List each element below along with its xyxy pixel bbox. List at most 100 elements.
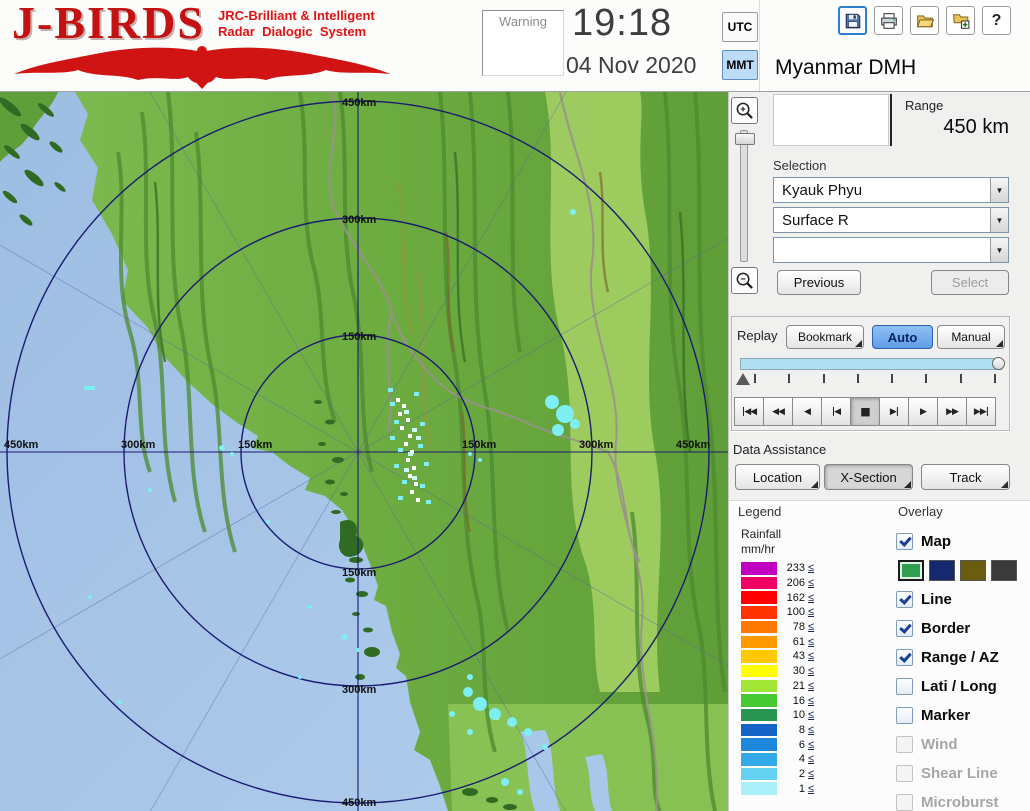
playback-skip-end-button[interactable]: ▶▶| <box>966 397 996 426</box>
zoom-in-button[interactable]: + <box>731 97 758 124</box>
timeline-tick <box>754 374 756 383</box>
overlay-item-range-az[interactable]: Range / AZ <box>896 643 1030 672</box>
legend-title: Legend <box>738 504 781 519</box>
lte-symbol: ≤ <box>808 577 814 589</box>
header-divider <box>759 0 760 91</box>
mmt-toggle-button[interactable]: MMT <box>722 50 758 80</box>
print-button[interactable] <box>874 6 903 35</box>
legend-row: 8≤ <box>741 723 814 738</box>
checkbox[interactable] <box>896 707 913 724</box>
export-image-button[interactable] <box>946 6 975 35</box>
eagle-logo-icon <box>10 44 395 89</box>
range-ring-label: 300km <box>121 439 155 451</box>
overlay-item-map[interactable]: Map <box>896 527 1030 556</box>
playback-stop-button[interactable]: ■ <box>850 397 880 426</box>
chevron-down-icon[interactable]: ▼ <box>990 178 1008 202</box>
legend-value: 61 <box>777 636 805 648</box>
selection-label: Selection <box>773 158 826 173</box>
utc-toggle-button[interactable]: UTC <box>722 12 758 42</box>
legend-color-swatch <box>741 591 777 604</box>
auto-button[interactable]: Auto <box>872 325 933 349</box>
replay-group: Replay Bookmark Auto Manual |◀◀◀◀◀|◀■▶|▶… <box>731 316 1010 431</box>
range-divider <box>890 94 892 146</box>
magnifier-plus-icon: + <box>735 101 754 120</box>
range-ring-label: 450km <box>342 97 376 109</box>
range-ring-label: 300km <box>342 684 376 696</box>
playback-play-back-button[interactable]: ◀ <box>792 397 822 426</box>
overlay-item-lati-long[interactable]: Lati / Long <box>896 672 1030 701</box>
zoom-slider[interactable] <box>740 130 748 262</box>
checkbox[interactable] <box>896 649 913 666</box>
lte-symbol: ≤ <box>808 665 814 677</box>
extra-dropdown[interactable]: ▼ <box>773 237 1009 263</box>
legend-unit-line2: mm/hr <box>741 542 781 557</box>
warning-list-box[interactable]: Warning <box>482 10 564 76</box>
save-icon <box>844 12 862 30</box>
radar-map-area[interactable]: 450km300km150km150km300km450km450km300km… <box>0 92 728 811</box>
legend-unit-line1: Rainfall <box>741 527 781 542</box>
product-dropdown[interactable]: Surface R ▼ <box>773 207 1009 233</box>
map-color-option[interactable] <box>929 560 955 581</box>
map-color-option[interactable] <box>991 560 1017 581</box>
playback-step-forward-button[interactable]: ▶| <box>879 397 909 426</box>
checkbox[interactable] <box>896 620 913 637</box>
checkbox[interactable] <box>896 591 913 608</box>
legend-row: 30≤ <box>741 664 814 679</box>
svg-text:+: + <box>740 104 746 115</box>
legend-value: 6 <box>777 739 805 751</box>
range-ring-label: 450km <box>4 439 38 451</box>
checkbox[interactable] <box>896 678 913 695</box>
previous-button[interactable]: Previous <box>777 270 861 295</box>
legend-row: 16≤ <box>741 693 814 708</box>
track-button[interactable]: Track <box>921 464 1010 490</box>
zoom-slider-thumb[interactable] <box>735 133 755 145</box>
timeline-position-marker[interactable] <box>736 373 750 385</box>
timeline-thumb[interactable] <box>992 357 1005 370</box>
overlay-item-line[interactable]: Line <box>896 585 1030 614</box>
overlay-label: Shear Line <box>921 765 998 782</box>
help-button[interactable]: ? <box>982 6 1011 35</box>
zoom-out-button[interactable]: − <box>731 267 758 294</box>
select-button: Select <box>931 270 1009 295</box>
legend-value: 30 <box>777 665 805 677</box>
map-color-option[interactable] <box>960 560 986 581</box>
lte-symbol: ≤ <box>808 739 814 751</box>
overlay-item-wind: Wind <box>896 730 1030 759</box>
map-color-option[interactable] <box>898 560 924 581</box>
bookmark-button[interactable]: Bookmark <box>786 325 864 349</box>
playback-skip-start-button[interactable]: |◀◀ <box>734 397 764 426</box>
playback-fast-forward-button[interactable]: ▶▶ <box>937 397 967 426</box>
chevron-down-icon[interactable]: ▼ <box>990 208 1008 232</box>
location-button[interactable]: Location <box>735 464 820 490</box>
range-ring-label: 450km <box>342 797 376 809</box>
playback-step-back-button[interactable]: |◀ <box>821 397 851 426</box>
overlay-item-marker[interactable]: Marker <box>896 701 1030 730</box>
checkbox <box>896 736 913 753</box>
overlay-item-microburst: Microburst <box>896 788 1030 811</box>
manual-button[interactable]: Manual <box>937 325 1005 349</box>
playback-rewind-button[interactable]: ◀◀ <box>763 397 793 426</box>
open-folder-button[interactable] <box>910 6 939 35</box>
product-dropdown-value: Surface R <box>774 212 849 229</box>
lte-symbol: ≤ <box>808 606 814 618</box>
site-dropdown[interactable]: Kyauk Phyu ▼ <box>773 177 1009 203</box>
x-section-button[interactable]: X-Section <box>824 464 913 490</box>
header-bar: J-BIRDS JRC-Brilliant & Intelligent Rada… <box>0 0 1030 92</box>
chevron-down-icon[interactable]: ▼ <box>990 238 1008 262</box>
save-button[interactable] <box>838 6 867 35</box>
radar-map[interactable]: 450km300km150km150km300km450km450km300km… <box>0 92 728 811</box>
overlay-title: Overlay <box>898 504 943 519</box>
legend-color-swatch <box>741 621 777 634</box>
legend-unit: Rainfall mm/hr <box>741 527 781 557</box>
timeline-track[interactable] <box>740 358 1002 370</box>
range-ring-label: 150km <box>342 331 376 343</box>
legend-row: 6≤ <box>741 737 814 752</box>
lte-symbol: ≤ <box>808 724 814 736</box>
legend-value: 43 <box>777 650 805 662</box>
legend-color-swatch <box>741 753 777 766</box>
checkbox[interactable] <box>896 533 913 550</box>
timeline-tick <box>788 374 790 383</box>
help-icon: ? <box>992 12 1002 30</box>
playback-play-button[interactable]: ▶ <box>908 397 938 426</box>
overlay-item-border[interactable]: Border <box>896 614 1030 643</box>
